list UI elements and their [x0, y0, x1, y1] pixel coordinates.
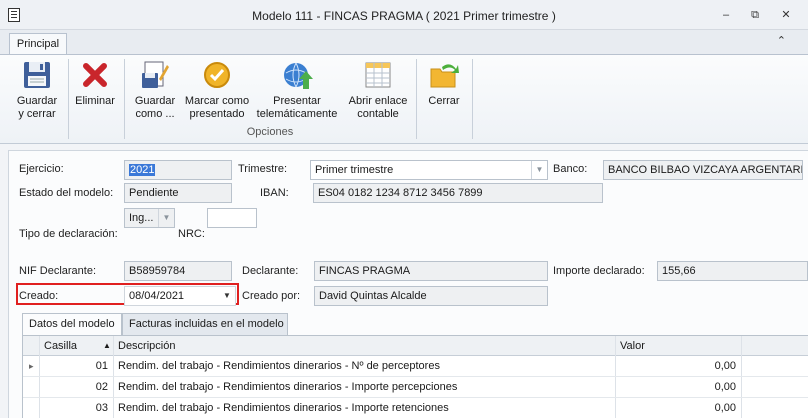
valor-cell: 0,00: [714, 402, 736, 414]
banco-field[interactable]: BANCO BILBAO VIZCAYA ARGENTARIA,: [603, 160, 803, 180]
column-header-valor[interactable]: Valor: [616, 336, 766, 356]
ribbon-panel: Guardar y cerrar Eliminar Guardar como .…: [0, 54, 808, 144]
banco-label: Banco:: [553, 163, 588, 175]
valor-cell: 0,00: [714, 360, 736, 372]
chevron-down-icon[interactable]: ▼: [158, 209, 174, 227]
ribbon-tab-strip: Principal ⌃: [0, 30, 808, 55]
casilla-header-label: Casilla: [44, 340, 78, 352]
declarante-label: Declarante:: [242, 265, 299, 277]
iban-field[interactable]: ES04 0182 1234 8712 3456 7899: [313, 183, 603, 203]
descripcion-cell: Rendim. del trabajo - Rendimientos diner…: [118, 381, 458, 393]
save-as-icon: [139, 59, 171, 91]
table-row[interactable]: 03 Rendim. del trabajo - Rendimientos di…: [23, 398, 808, 418]
spreadsheet-icon: [362, 59, 394, 91]
marcar-presentado-button[interactable]: Marcar como presentado: [184, 59, 250, 121]
valor-header-label: Valor: [620, 340, 645, 352]
casillas-grid: Casilla ▲ Descripción Valor ▸ 01 Rendim.…: [22, 335, 808, 418]
iban-value: ES04 0182 1234 8712 3456 7899: [318, 187, 483, 199]
ribbon-group-label: Opciones: [246, 126, 294, 138]
maximize-button[interactable]: ⧉: [744, 6, 766, 24]
declarante-value: FINCAS PRAGMA: [319, 265, 411, 277]
tab-principal[interactable]: Principal: [9, 33, 67, 55]
descripcion-cell: Rendim. del trabajo - Rendimientos diner…: [118, 360, 440, 372]
ribbon-separator: [68, 59, 69, 139]
nif-label: NIF Declarante:: [19, 265, 97, 277]
table-row[interactable]: 02 Rendim. del trabajo - Rendimientos di…: [23, 377, 808, 398]
ribbon-separator: [472, 59, 473, 139]
guardar-como-label: Guardar como ...: [134, 95, 176, 120]
tab-datos-modelo[interactable]: Datos del modelo: [22, 313, 122, 336]
ribbon-separator: [416, 59, 417, 139]
declarante-field: FINCAS PRAGMA: [314, 261, 548, 281]
exit-folder-icon: [428, 59, 460, 91]
floppy-disk-icon: [21, 59, 53, 91]
minimize-button[interactable]: –: [715, 6, 737, 24]
estado-value: Pendiente: [129, 187, 179, 199]
current-row-indicator-icon: ▸: [29, 361, 34, 371]
creado-value: 08/04/2021: [129, 290, 185, 302]
abrir-enlace-label: Abrir enlace contable: [348, 95, 408, 120]
importe-field: 155,66: [657, 261, 808, 281]
title-bar: Modelo 111 - FINCAS PRAGMA ( 2021 Primer…: [0, 0, 808, 30]
eliminar-button[interactable]: Eliminar: [72, 59, 118, 108]
creado-por-value: David Quintas Alcalde: [319, 290, 427, 302]
tipo-declaracion-select[interactable]: Ing... ▼: [124, 208, 175, 228]
cerrar-label: Cerrar: [428, 95, 460, 107]
guardar-cerrar-button[interactable]: Guardar y cerrar: [8, 59, 66, 121]
importe-value: 155,66: [662, 265, 696, 277]
trimestre-value: Primer trimestre: [315, 164, 394, 176]
estado-label: Estado del modelo:: [19, 187, 114, 199]
guardar-como-button[interactable]: Guardar como ...: [128, 59, 182, 121]
delete-x-icon: [79, 59, 111, 91]
window-title: Modelo 111 - FINCAS PRAGMA ( 2021 Primer…: [252, 9, 556, 23]
grid-header: Casilla ▲ Descripción Valor: [23, 336, 808, 356]
ejercicio-field[interactable]: 2021: [124, 160, 232, 180]
trimestre-label: Trimestre:: [238, 163, 288, 175]
eliminar-label: Eliminar: [75, 95, 115, 107]
creado-por-field: David Quintas Alcalde: [314, 286, 548, 306]
abrir-enlace-contable-button[interactable]: Abrir enlace contable: [344, 59, 412, 121]
ejercicio-value: 2021: [129, 164, 156, 176]
presentar-telematicamente-button[interactable]: Presentar telemáticamente: [254, 59, 340, 121]
tipo-declaracion-label: Tipo de declaración:: [19, 228, 118, 240]
globe-upload-icon: [281, 59, 313, 91]
descripcion-header-label: Descripción: [118, 340, 176, 352]
casilla-cell: 01: [95, 360, 108, 372]
tipo-declaracion-value: Ing...: [129, 212, 154, 224]
casilla-cell: 02: [95, 381, 108, 393]
banco-value: BANCO BILBAO VIZCAYA ARGENTARIA,: [608, 164, 803, 176]
marcar-presentado-label: Marcar como presentado: [184, 95, 250, 120]
close-button[interactable]: ✕: [775, 6, 797, 24]
chevron-down-icon[interactable]: ▼: [531, 161, 547, 179]
column-header-descripcion[interactable]: Descripción: [114, 336, 614, 356]
nif-value: B58959784: [129, 265, 186, 277]
sort-ascending-icon[interactable]: ▲: [99, 336, 113, 356]
importe-label: Importe declarado:: [553, 265, 645, 277]
creado-por-label: Creado por:: [242, 290, 301, 302]
casilla-cell: 03: [95, 402, 108, 414]
nrc-input[interactable]: [207, 208, 257, 228]
table-row[interactable]: ▸ 01 Rendim. del trabajo - Rendimientos …: [23, 356, 808, 377]
ribbon-collapse-icon[interactable]: ⌃: [777, 34, 786, 47]
presentar-label: Presentar telemáticamente: [256, 95, 338, 120]
descripcion-cell: Rendim. del trabajo - Rendimientos diner…: [118, 402, 449, 414]
guardar-cerrar-label: Guardar y cerrar: [16, 95, 58, 120]
estado-field: Pendiente: [124, 183, 232, 203]
cerrar-button[interactable]: Cerrar: [420, 59, 468, 108]
valor-cell: 0,00: [714, 381, 736, 393]
creado-date-picker[interactable]: 08/04/2021 ▼: [124, 286, 236, 306]
creado-label: Creado:: [19, 290, 59, 302]
nrc-label: NRC:: [178, 228, 205, 240]
trimestre-select[interactable]: Primer trimestre ▼: [310, 160, 548, 180]
check-badge-icon: [201, 59, 233, 91]
nif-field: B58959784: [124, 261, 232, 281]
tab-facturas-incluidas[interactable]: Facturas incluidas en el modelo: [122, 313, 288, 335]
ejercicio-label: Ejercicio:: [19, 163, 64, 175]
iban-label: IBAN:: [260, 187, 289, 199]
chevron-down-icon[interactable]: ▼: [219, 287, 235, 305]
